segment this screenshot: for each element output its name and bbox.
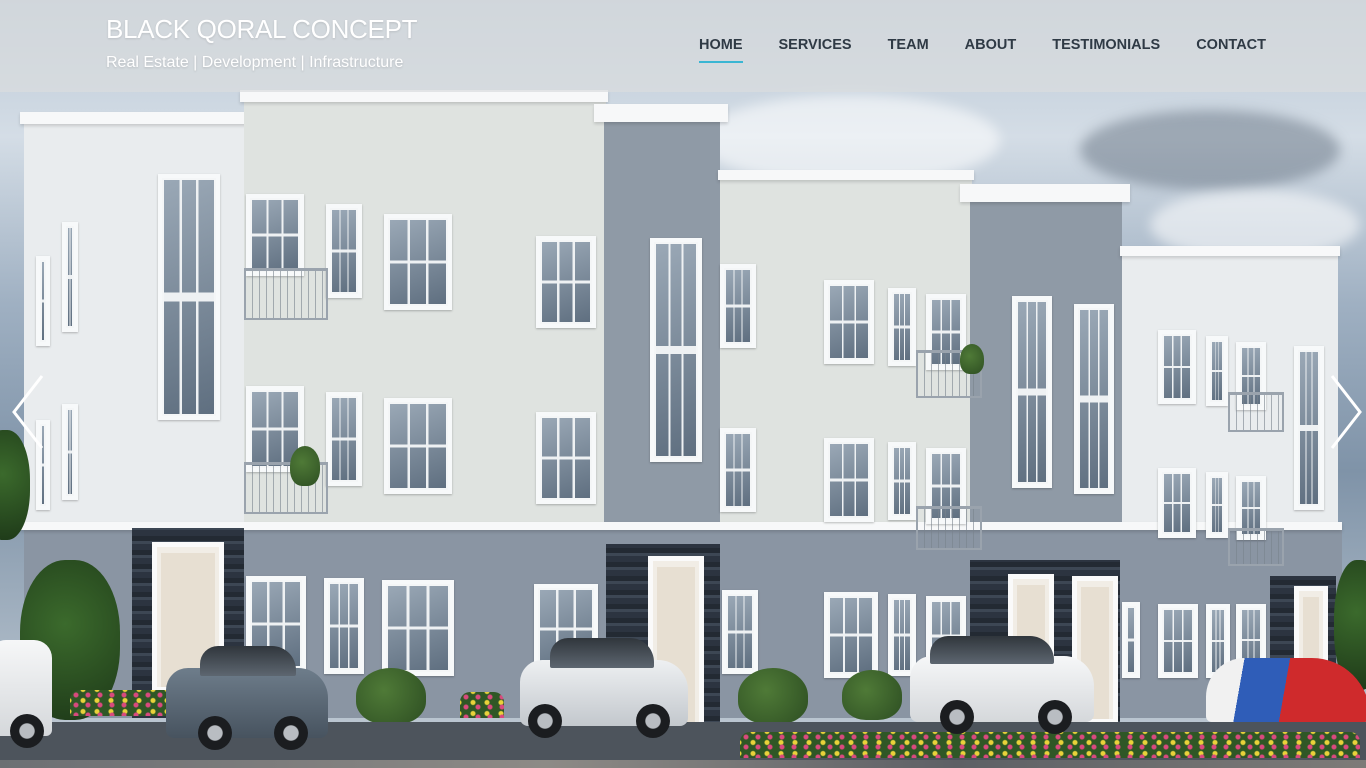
site-header: BLACK QORAL CONCEPT Real Estate | Develo… [0, 0, 1366, 92]
plant [842, 670, 902, 720]
slider-next-button[interactable] [1326, 372, 1366, 452]
window [158, 174, 220, 420]
window [382, 580, 454, 676]
window [246, 194, 304, 276]
brand-tagline: Real Estate | Development | Infrastructu… [106, 54, 404, 71]
nav-item-team[interactable]: TEAM [888, 37, 929, 61]
flower-bed [740, 732, 1360, 758]
nav-item-about[interactable]: ABOUT [965, 37, 1017, 61]
hero-slide-image [0, 0, 1366, 760]
slider-prev-button[interactable] [8, 372, 48, 452]
window [722, 590, 758, 674]
brand-title[interactable]: BLACK QORAL CONCEPT [106, 14, 418, 45]
building-cornice [718, 170, 974, 180]
window [326, 392, 362, 486]
balcony [244, 268, 328, 320]
building-cornice [594, 104, 728, 122]
car-grey-sedan [166, 646, 328, 750]
plant [960, 344, 984, 374]
window [720, 428, 756, 512]
window [384, 214, 452, 310]
flower-bed [460, 692, 504, 718]
main-nav: HOME SERVICES TEAM ABOUT TESTIMONIALS CO… [699, 37, 1266, 63]
window [824, 592, 878, 678]
window [1074, 304, 1114, 494]
window [36, 256, 50, 346]
window [824, 280, 874, 364]
next-section-preview [0, 760, 1366, 768]
building-cornice [1120, 246, 1340, 256]
window [720, 264, 756, 348]
balcony [1228, 392, 1284, 432]
window [650, 238, 702, 462]
window [1158, 604, 1198, 678]
plant [356, 668, 426, 724]
nav-item-contact[interactable]: CONTACT [1196, 37, 1266, 61]
window [536, 236, 596, 328]
window [888, 442, 916, 520]
nav-item-services[interactable]: SERVICES [779, 37, 852, 61]
window [324, 578, 364, 674]
window [1122, 602, 1140, 678]
chevron-left-icon [12, 375, 44, 449]
window [62, 404, 78, 500]
balcony [916, 506, 982, 550]
window [824, 438, 874, 522]
window [1206, 472, 1228, 538]
nav-item-home[interactable]: HOME [699, 37, 743, 63]
window [1158, 468, 1196, 538]
car-white-suv [520, 638, 688, 738]
building-cornice [20, 112, 248, 124]
plant [738, 668, 808, 724]
building-cornice [960, 184, 1130, 202]
window [62, 222, 78, 332]
window [1206, 336, 1228, 406]
chevron-right-icon [1330, 375, 1362, 449]
window [326, 204, 362, 298]
window [888, 594, 916, 676]
window [1158, 330, 1196, 404]
car-white-suv [0, 640, 52, 748]
balcony [1228, 528, 1284, 566]
window [1294, 346, 1324, 510]
car-covered [1206, 658, 1366, 722]
window [888, 288, 916, 366]
cloud [1080, 110, 1340, 190]
nav-item-testimonials[interactable]: TESTIMONIALS [1052, 37, 1160, 61]
window [1012, 296, 1052, 488]
window [536, 412, 596, 504]
car-white-suv [910, 636, 1094, 734]
window [384, 398, 452, 494]
plant [290, 446, 320, 486]
